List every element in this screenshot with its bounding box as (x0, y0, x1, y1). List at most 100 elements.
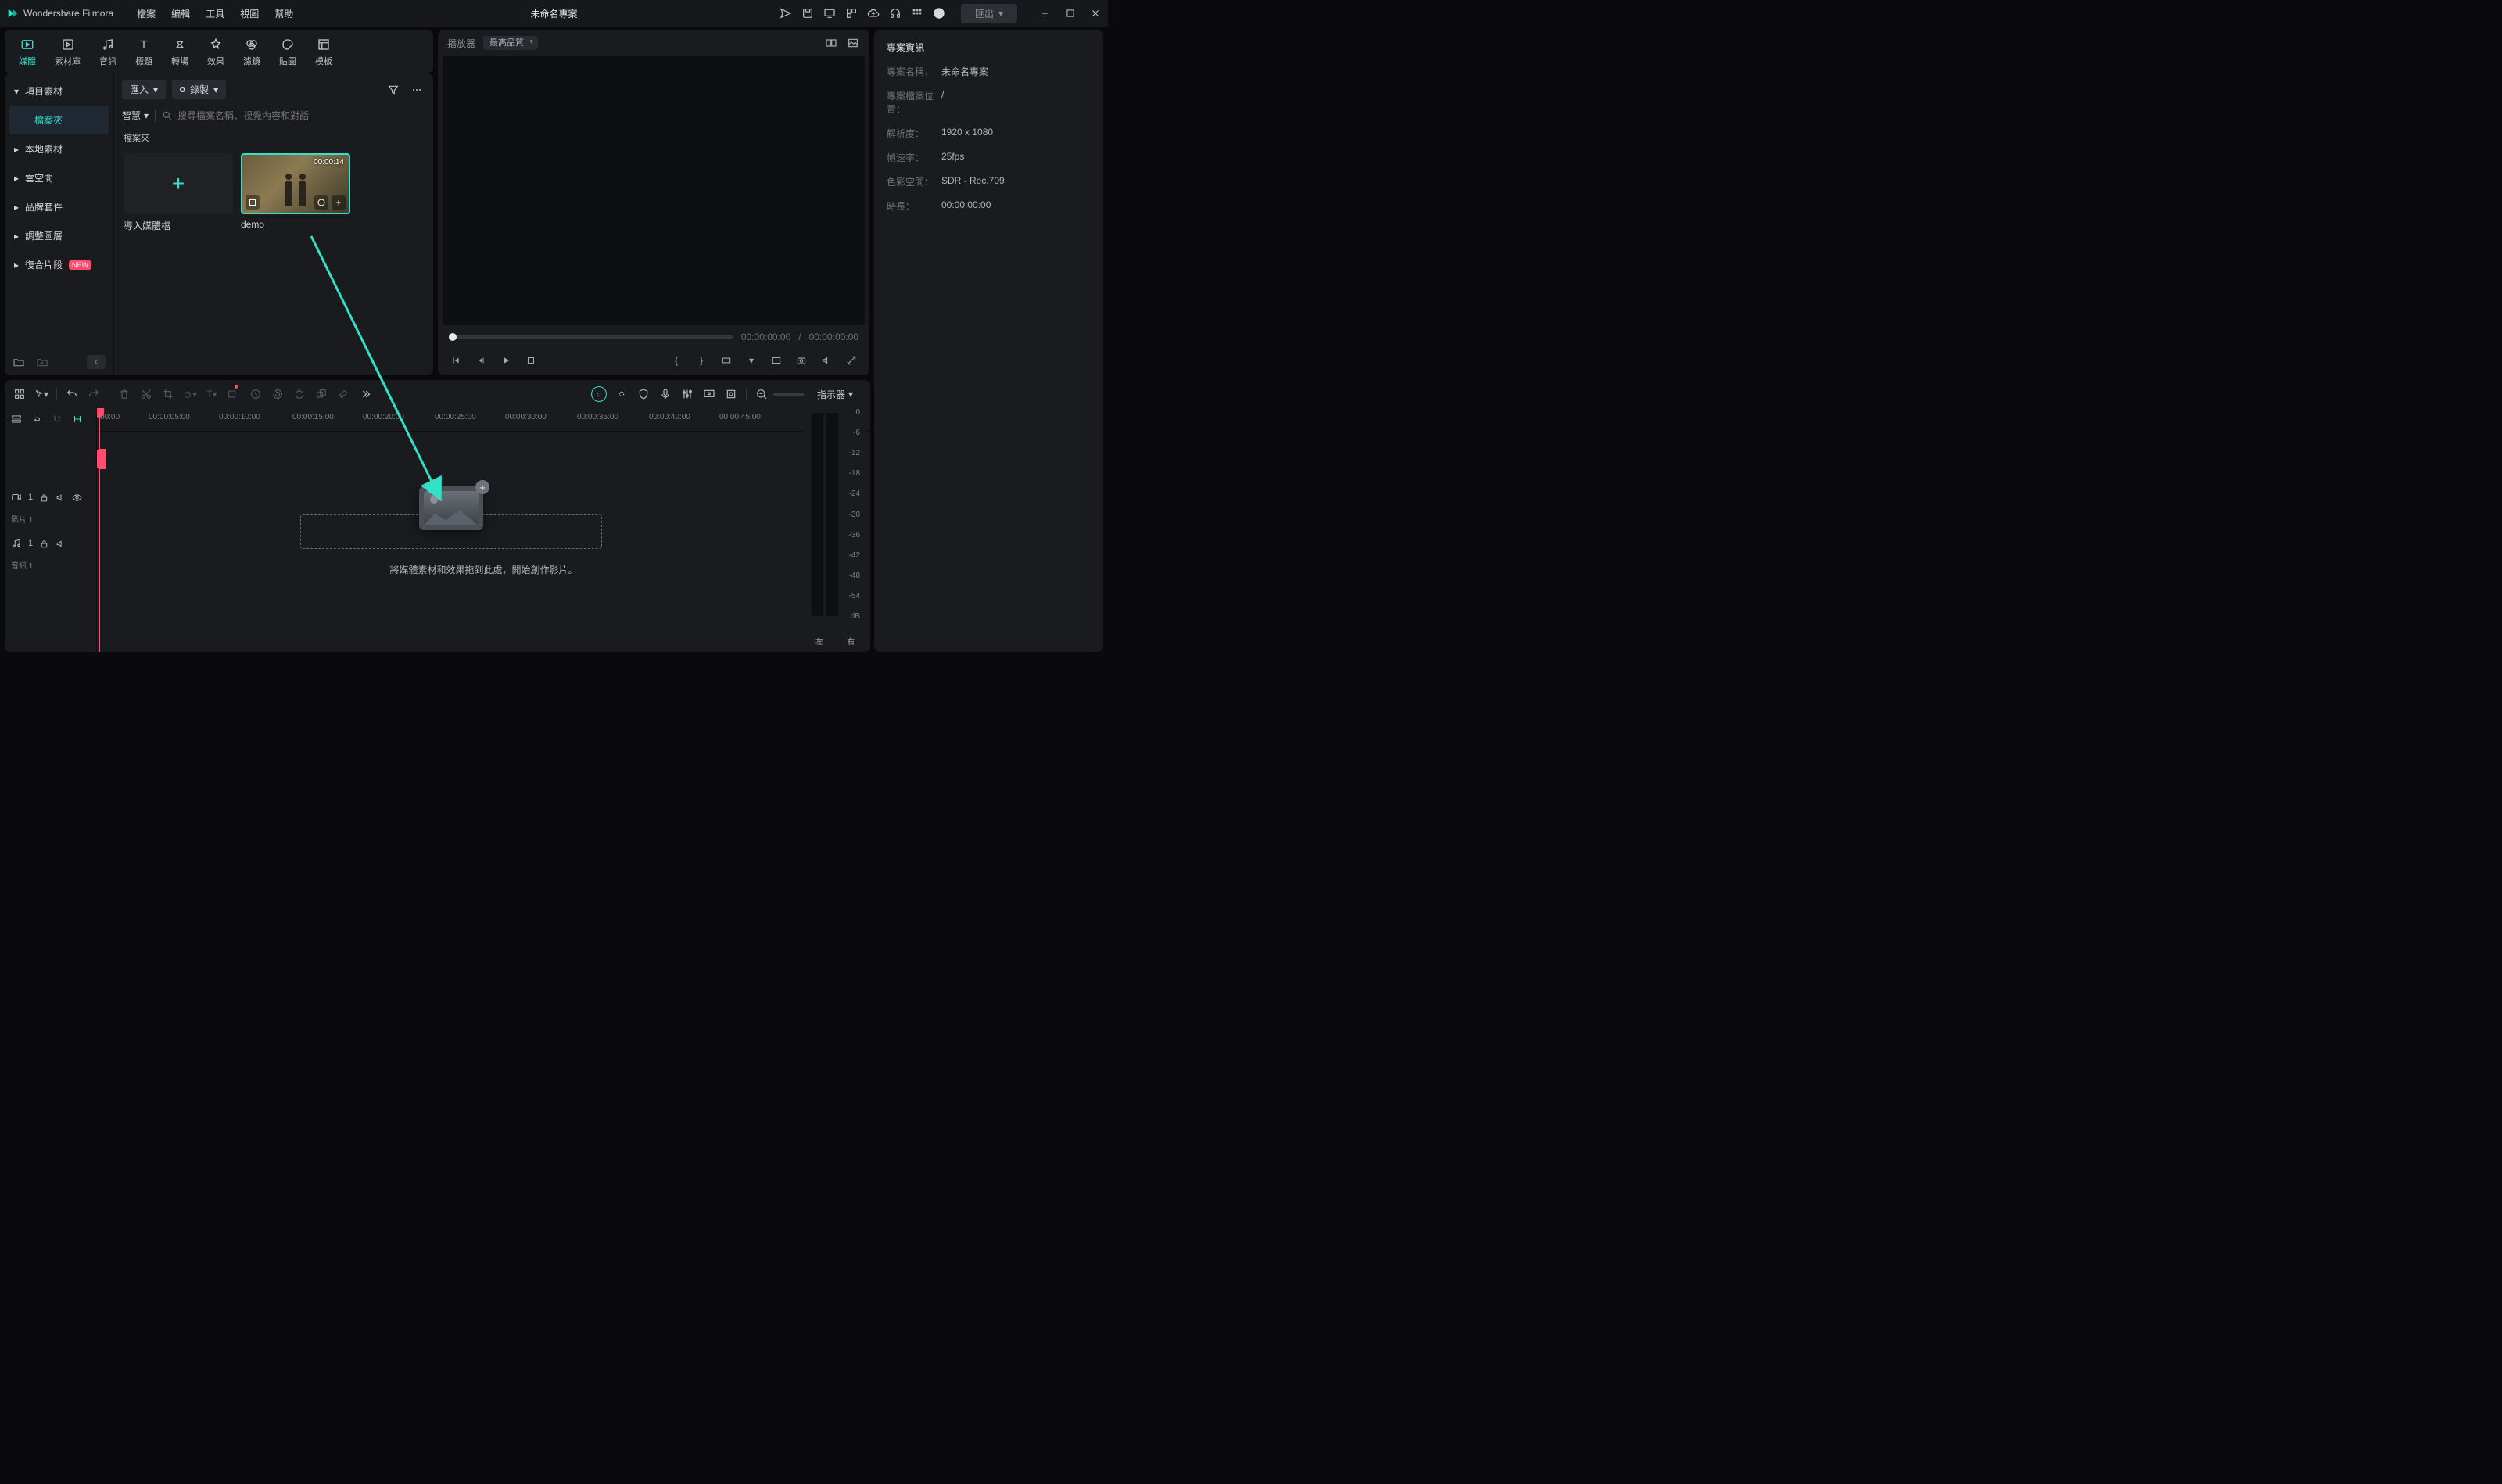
mark-in-icon[interactable]: { (669, 353, 683, 367)
apps-icon[interactable] (911, 7, 923, 20)
more-tools-icon[interactable] (358, 387, 372, 401)
mic-icon[interactable] (658, 387, 672, 401)
mute-icon[interactable] (56, 493, 66, 503)
pointer-icon[interactable]: ▾ (34, 387, 48, 401)
group-icon[interactable] (314, 387, 328, 401)
video-track-header[interactable]: 1 (5, 479, 96, 516)
player-tab[interactable]: 播放器 (447, 37, 475, 50)
audio-track-header[interactable]: 1 (5, 525, 96, 562)
ai-tools-icon[interactable] (591, 386, 607, 402)
tab-audio[interactable]: 音訊 (99, 37, 116, 67)
expand-icon[interactable] (844, 353, 858, 367)
snapshot-icon[interactable] (794, 353, 808, 367)
sidebar-item-cloud[interactable]: ▸雲空間 (5, 163, 113, 192)
text-icon[interactable]: T▾ (205, 387, 219, 401)
tab-filters[interactable]: 濾鏡 (243, 37, 260, 67)
sidebar-item-project[interactable]: ▾項目素材 (5, 77, 113, 106)
collapse-sidebar-icon[interactable] (87, 355, 106, 369)
rotate-icon[interactable] (271, 387, 285, 401)
playhead[interactable] (99, 408, 100, 652)
mark-out-icon[interactable]: } (694, 353, 708, 367)
audio-mix-icon[interactable] (680, 387, 694, 401)
sidebar-item-local[interactable]: ▸本地素材 (5, 134, 113, 163)
export-button[interactable]: 匯出 ▾ (961, 4, 1017, 23)
tab-templates[interactable]: 模板 (315, 37, 332, 67)
aspect-chevron-icon[interactable]: ▾ (744, 353, 758, 367)
cut-icon[interactable] (139, 387, 153, 401)
more-horizontal-icon[interactable] (408, 81, 425, 99)
layout-icon[interactable] (13, 387, 27, 401)
new-bin-icon[interactable] (36, 356, 48, 368)
visible-icon[interactable] (72, 493, 82, 503)
sidebar-item-adjust[interactable]: ▸調整圖層 (5, 221, 113, 250)
lock-icon[interactable] (39, 539, 49, 549)
keyframe-icon[interactable] (249, 387, 263, 401)
volume-icon[interactable] (819, 353, 833, 367)
zoom-out-icon[interactable] (755, 387, 769, 401)
chevron-down-icon[interactable]: ▾ (848, 389, 853, 400)
stop-icon[interactable] (524, 353, 538, 367)
window-close-icon[interactable] (1089, 7, 1102, 20)
record-screen-icon[interactable] (702, 387, 716, 401)
clip-preview-icon[interactable] (314, 195, 328, 210)
clip-crop-icon[interactable] (246, 195, 260, 210)
track-magnet-icon[interactable] (52, 414, 64, 426)
redo-icon[interactable] (87, 387, 101, 401)
menu-file[interactable]: 檔案 (137, 7, 156, 20)
sidebar-item-folder[interactable]: 檔案夾 (9, 106, 109, 134)
timeline-ruler[interactable]: 00:00 00:00:05:00 00:00:10:00 00:00:15:0… (97, 408, 870, 432)
compare-view-icon[interactable] (824, 36, 838, 50)
clip-add-icon[interactable]: + (332, 195, 346, 210)
menu-tools[interactable]: 工具 (206, 7, 224, 20)
track-nest-icon[interactable] (11, 414, 23, 426)
headphones-icon[interactable] (889, 7, 902, 20)
import-media-tile[interactable]: + 導入媒體檔 (124, 153, 233, 232)
sparkle-icon[interactable] (615, 387, 629, 401)
shield-icon[interactable] (636, 387, 651, 401)
fullscreen-icon[interactable] (769, 353, 783, 367)
filter-icon[interactable] (385, 81, 402, 99)
tab-media[interactable]: 媒體 (19, 37, 36, 67)
track-link-icon[interactable] (31, 414, 44, 426)
timer-icon[interactable] (292, 387, 306, 401)
mute-icon[interactable] (56, 539, 66, 549)
image-view-icon[interactable] (846, 36, 860, 50)
send-icon[interactable] (780, 7, 792, 20)
player-scrubber[interactable] (449, 335, 733, 339)
play-icon[interactable] (499, 353, 513, 367)
player-viewport[interactable] (443, 56, 865, 325)
import-button[interactable]: 匯入▾ (122, 80, 166, 99)
crop-icon[interactable] (161, 387, 175, 401)
timeline-tracks[interactable]: 00:00 00:00:05:00 00:00:10:00 00:00:15:0… (97, 408, 870, 652)
track-snap-icon[interactable] (72, 414, 84, 426)
lock-icon[interactable] (39, 493, 49, 503)
aspect-icon[interactable] (719, 353, 733, 367)
speed-icon[interactable]: ▾ (183, 387, 197, 401)
menu-help[interactable]: 幫助 (274, 7, 293, 20)
new-folder-icon[interactable] (13, 356, 25, 368)
menu-view[interactable]: 視圖 (240, 7, 259, 20)
tab-stock[interactable]: 素材庫 (55, 37, 81, 67)
tab-stickers[interactable]: 貼圖 (279, 37, 296, 67)
color-icon[interactable] (227, 387, 241, 401)
window-maximize-icon[interactable] (1064, 7, 1077, 20)
library-icon[interactable] (845, 7, 858, 20)
cloud-upload-icon[interactable] (867, 7, 880, 20)
adjust-icon[interactable] (724, 387, 738, 401)
media-clip-demo[interactable]: 00:00:14 + demo (241, 153, 350, 232)
undo-icon[interactable] (65, 387, 79, 401)
search-input[interactable] (177, 110, 425, 121)
quality-select[interactable]: 最高品質 (483, 36, 538, 50)
smart-dropdown[interactable]: 智慧▾ (122, 109, 149, 122)
sidebar-item-compound[interactable]: ▸復合片段NEW (5, 250, 113, 279)
record-button[interactable]: 錄製▾ (172, 80, 226, 99)
monitor-icon[interactable] (823, 7, 836, 20)
user-avatar[interactable] (933, 7, 945, 20)
tab-effects[interactable]: 效果 (207, 37, 224, 67)
step-back-icon[interactable] (474, 353, 488, 367)
window-minimize-icon[interactable] (1039, 7, 1052, 20)
tab-transitions[interactable]: 轉場 (171, 37, 188, 67)
save-cloud-icon[interactable] (801, 7, 814, 20)
tab-titles[interactable]: 標題 (135, 37, 152, 67)
delete-icon[interactable] (117, 387, 131, 401)
